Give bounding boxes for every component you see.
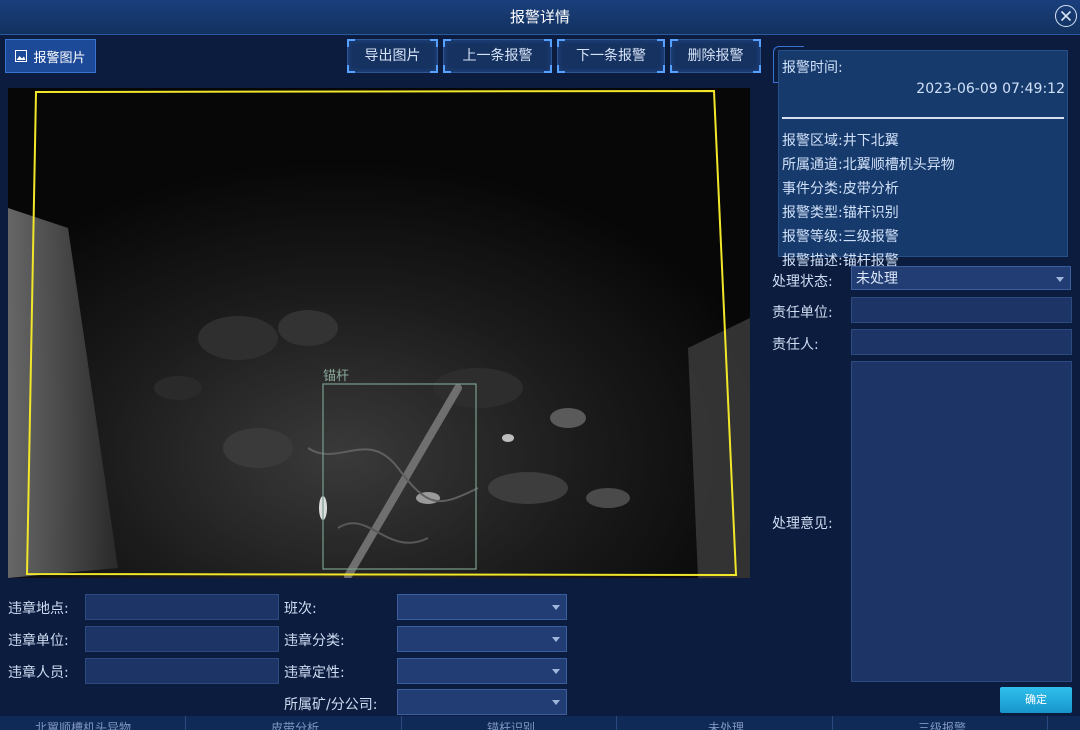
close-button[interactable] — [1055, 5, 1077, 27]
violation-nature-label: 违章定性: — [284, 665, 345, 681]
detection-label: 锚杆 — [323, 369, 349, 384]
delete-alarm-label: 删除报警 — [687, 48, 744, 64]
tab-alarm-image-label: 报警图片 — [33, 50, 86, 66]
status-select[interactable]: 未处理 — [851, 266, 1071, 290]
table-cell: 皮带分析 — [271, 721, 320, 730]
image-icon — [15, 50, 28, 62]
table-cell: 北翼顺槽机头异物 — [35, 721, 132, 730]
chevron-down-icon — [1056, 277, 1064, 282]
alarm-time-label: 报警时间: — [782, 60, 843, 76]
chevron-down-icon — [552, 637, 560, 642]
shift-label: 班次: — [284, 601, 317, 617]
info-row-event-category: 事件分类:皮带分析 — [782, 181, 899, 197]
company-select[interactable] — [397, 689, 567, 715]
opinion-textarea[interactable] — [851, 361, 1072, 682]
table-cell: 锚杆识别 — [487, 721, 536, 730]
status-label: 处理状态: — [772, 274, 833, 290]
close-icon — [1060, 10, 1072, 22]
next-alarm-button[interactable]: 下一条报警 — [557, 39, 665, 73]
violation-place-input[interactable] — [85, 594, 279, 620]
status-select-value: 未处理 — [856, 271, 898, 287]
alarm-info-panel: 报警时间: 2023-06-09 07:49:12 报警区域:井下北翼 所属通道… — [778, 50, 1068, 269]
export-image-label: 导出图片 — [364, 48, 421, 64]
prev-alarm-label: 上一条报警 — [462, 48, 533, 64]
responsible-person-input[interactable] — [851, 329, 1072, 355]
divider — [782, 117, 1064, 119]
tab-alarm-image[interactable]: 报警图片 — [5, 39, 96, 73]
responsible-unit-label: 责任单位: — [772, 305, 833, 321]
violation-category-label: 违章分类: — [284, 633, 345, 649]
violation-category-select[interactable] — [397, 626, 567, 652]
chevron-down-icon — [552, 700, 560, 705]
responsible-person-label: 责任人: — [772, 337, 819, 353]
confirm-button[interactable]: 确定 — [1000, 687, 1072, 713]
violation-unit-input[interactable] — [85, 626, 279, 652]
company-label: 所属矿/分公司: — [284, 697, 378, 713]
prev-alarm-button[interactable]: 上一条报警 — [443, 39, 552, 73]
window-title: 报警详情 — [509, 8, 570, 26]
violation-place-label: 违章地点: — [8, 601, 69, 617]
dialog-content: 报警图片 导出图片 上一条报警 下一条报警 删除报警 锚杆 报警时间: 2023… — [0, 35, 1080, 730]
delete-alarm-button[interactable]: 删除报警 — [670, 39, 761, 73]
export-image-button[interactable]: 导出图片 — [347, 39, 438, 73]
background-table-row: 北翼顺槽机头异物 皮带分析 锚杆识别 未处理 三级报警 — [0, 716, 1080, 730]
info-row-area: 报警区域:井下北翼 — [782, 133, 899, 149]
violation-person-label: 违章人员: — [8, 665, 69, 681]
table-cell: 三级报警 — [918, 721, 967, 730]
violation-unit-label: 违章单位: — [8, 633, 69, 649]
violation-nature-select[interactable] — [397, 658, 567, 684]
info-row-alarm-level: 报警等级:三级报警 — [782, 229, 899, 245]
next-alarm-label: 下一条报警 — [576, 48, 646, 64]
title-bar: 报警详情 — [0, 0, 1080, 35]
info-row-channel: 所属通道:北翼顺槽机头异物 — [782, 157, 955, 173]
chevron-down-icon — [552, 605, 560, 610]
camera-frame: 锚杆 — [8, 88, 750, 578]
alarm-image: 锚杆 — [8, 88, 750, 578]
table-cell: 未处理 — [708, 721, 745, 730]
chevron-down-icon — [552, 669, 560, 674]
responsible-unit-input[interactable] — [851, 297, 1072, 323]
shift-select[interactable] — [397, 594, 567, 620]
violation-person-input[interactable] — [85, 658, 279, 684]
opinion-label: 处理意见: — [772, 516, 833, 532]
info-row-alarm-type: 报警类型:锚杆识别 — [782, 205, 899, 221]
alarm-time-value: 2023-06-09 07:49:12 — [916, 81, 1065, 97]
